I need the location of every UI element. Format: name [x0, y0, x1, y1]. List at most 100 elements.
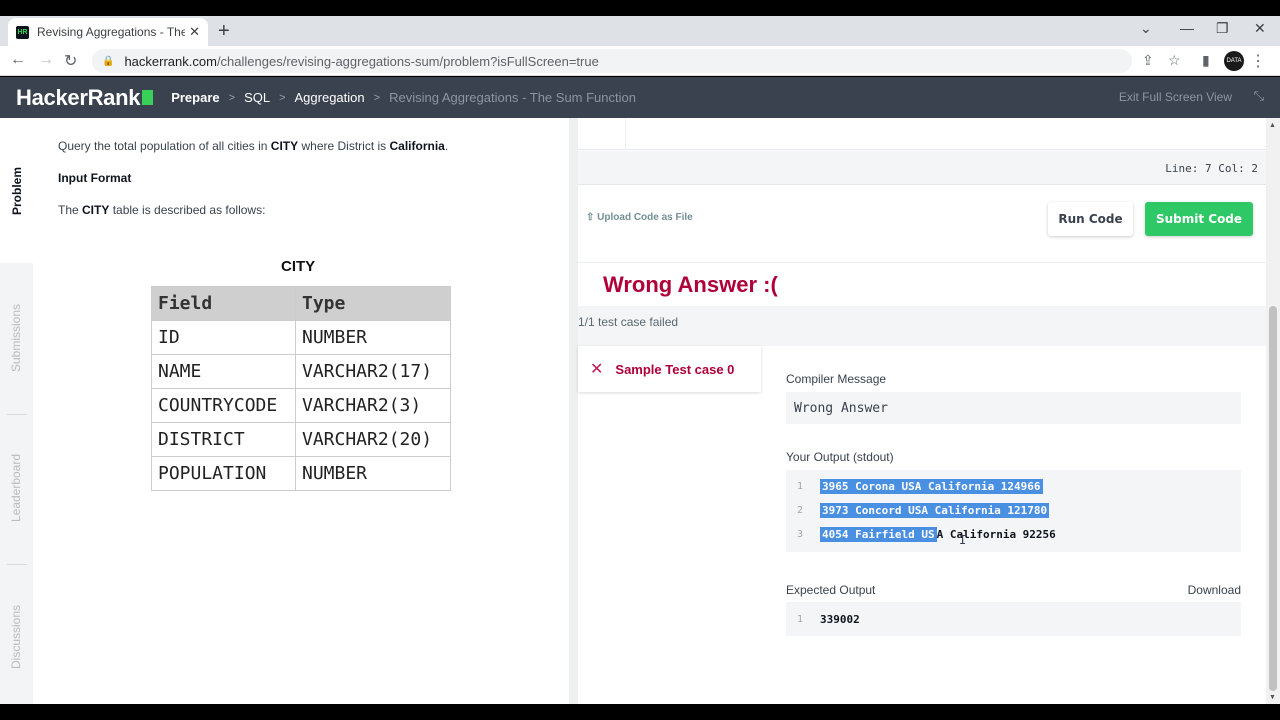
browser-tab[interactable]: HR Revising Aggregations - The Sum ✕: [8, 18, 208, 46]
table-row: COUNTRYCODE VARCHAR2(3): [151, 388, 451, 423]
page-scrollbar[interactable]: ▲ ▼: [1266, 118, 1280, 704]
window-close-icon[interactable]: ✕: [1254, 20, 1266, 37]
lock-icon: 🔒: [102, 55, 115, 67]
restore-icon[interactable]: ❐: [1216, 20, 1229, 37]
browser-menu-icon[interactable]: ⋮: [1250, 51, 1266, 71]
city-schema-table: Field Type ID NUMBER NAME VARCHAR2(17) COU…: [151, 286, 451, 491]
desc-text: The: [58, 203, 83, 217]
q-text: where District is: [298, 139, 390, 153]
bookmark-star-icon[interactable]: ☆: [1168, 52, 1181, 69]
hackerrank-header: HackerRank Prepare > SQL > Aggregation >…: [0, 77, 1280, 118]
text-cursor-icon: I: [959, 533, 967, 547]
crumb-aggregation[interactable]: Aggregation: [295, 90, 365, 105]
upload-code-button[interactable]: ⇧ Upload Code as File: [586, 212, 693, 223]
tab-discussions[interactable]: Discussions: [0, 570, 33, 704]
output-text: 4054 Fairfield US A California 92256: [820, 526, 1056, 542]
cell: NUMBER: [295, 456, 451, 491]
selected-text: 4054 Fairfield US: [820, 526, 937, 542]
browser-tabstrip: HR Revising Aggregations - The Sum ✕ + ⌄…: [0, 16, 1280, 46]
chevron-right-icon: >: [228, 91, 236, 104]
tab-discussions-label: Discussions: [9, 604, 24, 670]
cell: POPULATION: [151, 456, 296, 491]
collapse-icon[interactable]: ⤡: [1254, 88, 1264, 104]
main-area: Problem Submissions Leaderboard Discussi…: [0, 118, 1280, 704]
address-bar: ← → ↻ 🔒 hackerrank.com/challenges/revisi…: [0, 46, 1280, 76]
tab-submissions-label: Submissions: [9, 303, 24, 373]
url-input[interactable]: 🔒 hackerrank.com/challenges/revising-agg…: [92, 49, 1132, 73]
scrollbar-thumb[interactable]: [1269, 306, 1277, 691]
compiler-message: Wrong Answer: [794, 401, 888, 416]
back-icon[interactable]: ←: [10, 51, 26, 69]
crumb-sql[interactable]: SQL: [244, 90, 270, 105]
profile-avatar[interactable]: DATA: [1224, 51, 1244, 71]
pane-splitter[interactable]: [569, 118, 578, 704]
forward-icon[interactable]: →: [38, 51, 54, 69]
breadcrumb: Prepare > SQL > Aggregation > Revising A…: [171, 90, 636, 105]
output-text: 3965 Corona USA California 124966: [820, 478, 1043, 494]
crumb-prepare[interactable]: Prepare: [171, 90, 219, 105]
your-output-box[interactable]: 1 3965 Corona USA California 124966 2 39…: [786, 470, 1241, 552]
expected-output-box[interactable]: 1 339002: [786, 602, 1241, 636]
input-format-heading: Input Format: [58, 171, 132, 185]
tab-problem[interactable]: Problem: [0, 118, 33, 263]
test-case-tab[interactable]: ✕ Sample Test case 0: [578, 346, 761, 392]
cell: VARCHAR2(3): [295, 388, 451, 423]
tab-close-icon[interactable]: ✕: [189, 24, 200, 40]
desc-text: table is described as follows:: [109, 203, 266, 217]
table-row: NAME VARCHAR2(17): [151, 354, 451, 389]
result-heading: Wrong Answer :(: [603, 272, 778, 297]
table-description: The CITY table is described as follows:: [58, 203, 265, 217]
q-table: CITY: [270, 139, 299, 153]
side-panel-icon[interactable]: ▮: [1202, 52, 1210, 69]
exit-fullscreen-link[interactable]: Exit Full Screen View: [1119, 90, 1232, 104]
tab-title: Revising Aggregations - The Sum: [37, 25, 186, 39]
submit-code-button[interactable]: Submit Code: [1145, 202, 1253, 236]
output-line: 1 3965 Corona USA California 124966: [786, 474, 1241, 498]
editor-status-bar: Line: 7 Col: 2: [578, 151, 1266, 185]
cell: ID: [151, 320, 296, 355]
table-header-row: Field Type: [151, 286, 451, 321]
expected-output-label: Expected Output: [786, 583, 876, 597]
url-host: hackerrank.com: [124, 53, 217, 69]
tab-submissions[interactable]: Submissions: [0, 268, 33, 408]
cell: VARCHAR2(17): [295, 354, 451, 389]
editor-pane: Line: 7 Col: 2 ⇧ Upload Code as File Run…: [578, 118, 1266, 704]
run-code-button[interactable]: Run Code: [1048, 202, 1133, 236]
table-row: DISTRICT VARCHAR2(20): [151, 422, 451, 457]
crumb-current: Revising Aggregations - The Sum Function: [389, 90, 636, 105]
chevron-right-icon: >: [279, 91, 286, 104]
hackerrank-logo[interactable]: HackerRank: [16, 85, 154, 111]
vertical-tabs: Problem Submissions Leaderboard Discussi…: [0, 118, 33, 704]
cell: DISTRICT: [151, 422, 296, 457]
tab-leaderboard[interactable]: Leaderboard: [0, 418, 33, 558]
unselected-text: A California 92256: [936, 527, 1056, 541]
test-case-label: Sample Test case 0: [615, 361, 735, 377]
editor-gutter: [578, 118, 626, 150]
cursor-position: Line: 7 Col: 2: [1165, 162, 1258, 175]
new-tab-icon[interactable]: +: [218, 20, 230, 43]
test-summary-bar: 1/1 test case failed: [578, 306, 1266, 346]
table-image-title: CITY: [281, 258, 316, 275]
minimize-icon[interactable]: —: [1180, 20, 1194, 36]
output-text: 3973 Concord USA California 121780: [820, 502, 1050, 518]
url-path: /challenges/revising-aggregations-sum/pr…: [216, 53, 599, 69]
selected-text: 3973 Concord USA California 121780: [820, 502, 1050, 518]
line-number: 2: [796, 504, 804, 516]
tab-problem-label: Problem: [9, 166, 24, 215]
upload-label: Upload Code as File: [597, 212, 693, 223]
your-output-label: Your Output (stdout): [786, 450, 894, 464]
column-header: Type: [295, 286, 451, 321]
scroll-up-icon[interactable]: ▲: [1269, 122, 1276, 129]
tab-search-icon[interactable]: ⌄: [1140, 20, 1152, 37]
scroll-down-icon[interactable]: ▼: [1269, 694, 1276, 701]
q-text: Query the total population of all cities…: [58, 139, 271, 153]
code-editor[interactable]: [578, 118, 1266, 150]
test-summary: 1/1 test case failed: [578, 315, 679, 329]
output-line: 3 4054 Fairfield US A California 92256: [786, 522, 1241, 546]
problem-statement: Query the total population of all cities…: [33, 118, 569, 704]
share-icon[interactable]: ⇪: [1142, 52, 1154, 69]
selected-text: 3965 Corona USA California 124966: [820, 478, 1043, 494]
download-link[interactable]: Download: [1188, 583, 1241, 597]
reload-icon[interactable]: ↻: [64, 51, 77, 71]
divider: [7, 564, 27, 565]
